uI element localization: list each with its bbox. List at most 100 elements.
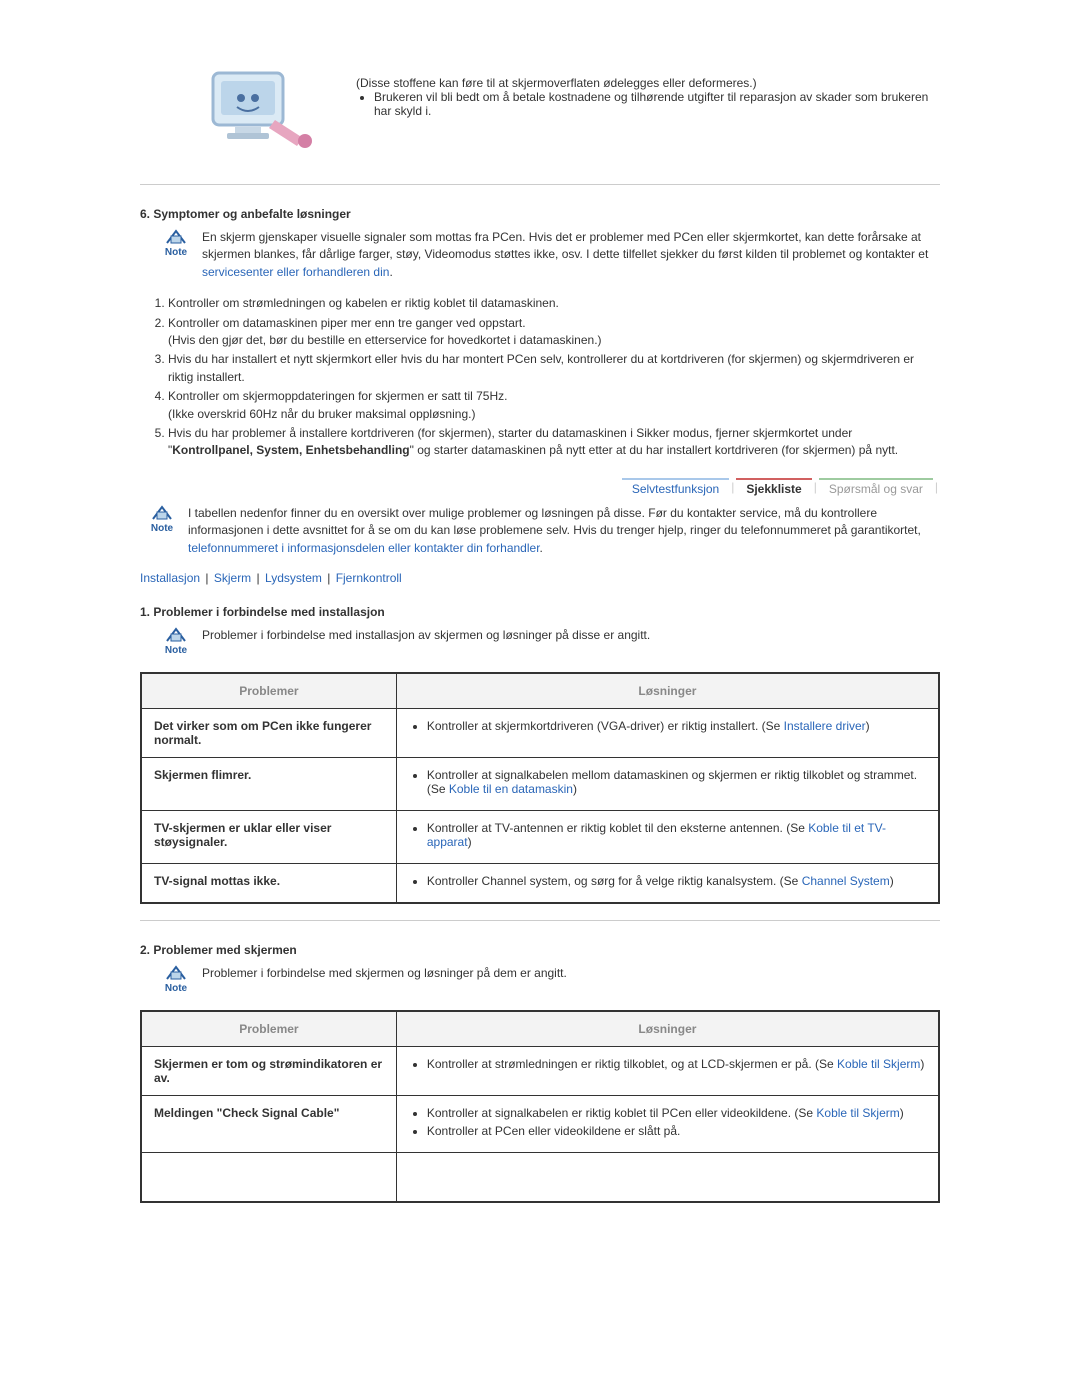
solution-cell — [396, 1153, 939, 1203]
sol-text: Kontroller at strømledningen er riktig t… — [427, 1057, 837, 1071]
note-label: Note — [146, 523, 178, 534]
intro2-post: . — [540, 541, 543, 555]
solution-cell: Kontroller at signalkabelen er riktig ko… — [396, 1096, 939, 1153]
link-skjerm[interactable]: Skjerm — [214, 571, 251, 585]
solution-cell: Kontroller at TV-antennen er riktig kobl… — [396, 811, 939, 864]
solution-cell: Kontroller at signalkabelen mellom datam… — [396, 758, 939, 811]
checklist-subtext: (Ikke overskrid 60Hz når du bruker maksi… — [168, 407, 475, 421]
table-row: Skjermen er tom og strømindikatoren er a… — [141, 1047, 939, 1096]
checklist-item: Hvis du har installert et nytt skjermkor… — [168, 351, 940, 386]
table-header-row: Problemer Løsninger — [141, 1011, 939, 1047]
note-label: Note — [160, 247, 192, 258]
top-warning-text: (Disse stoffene kan føre til at skjermov… — [356, 60, 940, 122]
pipe: | — [255, 571, 265, 585]
section2-note-text: Problemer i forbindelse med skjermen og … — [202, 965, 940, 982]
sol-text: ) — [573, 782, 577, 796]
sol-text: Kontroller at signalkabelen er riktig ko… — [427, 1106, 817, 1120]
install-driver-link[interactable]: Installere driver — [784, 719, 866, 733]
problem-cell: Skjermen flimrer. — [141, 758, 396, 811]
checklist-text: Kontroller om datamaskinen piper mer enn… — [168, 316, 526, 330]
solution-item: Kontroller at strømledningen er riktig t… — [427, 1057, 926, 1071]
checklist-intro-text: I tabellen nedenfor finner du en oversik… — [188, 505, 940, 557]
section6-note: Note En skjerm gjenskaper visuelle signa… — [160, 229, 940, 281]
sol-text: ) — [920, 1057, 924, 1071]
top-warning-row: (Disse stoffene kan føre til at skjermov… — [140, 60, 940, 160]
checklist-subtext: (Hvis den gjør det, bør du bestille en e… — [168, 333, 602, 347]
solution-item: Kontroller at signalkabelen er riktig ko… — [427, 1106, 926, 1120]
section1-note: Note Problemer i forbindelse med install… — [160, 627, 940, 656]
checklist-text: " og starter datamaskinen på nytt etter … — [410, 443, 898, 457]
sol-text: ) — [890, 874, 894, 888]
problem-cell: Det virker som om PCen ikke fungerer nor… — [141, 709, 396, 758]
section2-note: Note Problemer i forbindelse med skjerme… — [160, 965, 940, 994]
table-row: TV-signal mottas ikke. Kontroller Channe… — [141, 864, 939, 904]
section1-note-text: Problemer i forbindelse med installasjon… — [202, 627, 940, 644]
tab-sjekkliste[interactable]: Sjekkliste — [736, 478, 811, 499]
link-fjernkontroll[interactable]: Fjernkontroll — [336, 571, 402, 585]
section6-note-text: En skjerm gjenskaper visuelle signaler s… — [202, 229, 940, 281]
tab-separator: | — [729, 478, 736, 499]
section2-title: 2. Problemer med skjermen — [140, 943, 940, 957]
problem-cell: TV-skjermen er uklar eller viser støysig… — [141, 811, 396, 864]
note-icon: Note — [160, 229, 192, 258]
table-row: Meldingen "Check Signal Cable" Kontrolle… — [141, 1096, 939, 1153]
th-problems: Problemer — [141, 673, 396, 709]
category-links: Installasjon | Skjerm | Lydsystem | Fjer… — [140, 571, 940, 585]
tab-sporsmal-og-svar[interactable]: Spørsmål og svar — [819, 478, 933, 499]
section6-note-post: . — [389, 265, 392, 279]
screen-problems-table: Problemer Løsninger Skjermen er tom og s… — [140, 1010, 940, 1203]
monitor-cleaning-illustration — [200, 60, 320, 160]
section6-note-pre: En skjerm gjenskaper visuelle signaler s… — [202, 230, 928, 261]
top-warning-line1: (Disse stoffene kan føre til at skjermov… — [356, 76, 940, 90]
pipe: | — [325, 571, 335, 585]
link-installasjon[interactable]: Installasjon — [140, 571, 200, 585]
intro2-pre: I tabellen nedenfor finner du en oversik… — [188, 506, 921, 537]
sol-text: ) — [900, 1106, 904, 1120]
section6-checklist: Kontroller om strømledningen og kabelen … — [140, 295, 940, 460]
checklist-item: Kontroller om strømledningen og kabelen … — [168, 295, 940, 312]
tab-selvtest[interactable]: Selvtestfunksjon — [622, 478, 729, 499]
section1-title: 1. Problemer i forbindelse med installas… — [140, 605, 940, 619]
solution-cell: Kontroller Channel system, og sørg for å… — [396, 864, 939, 904]
link-lydsystem[interactable]: Lydsystem — [265, 571, 322, 585]
th-problems: Problemer — [141, 1011, 396, 1047]
section6-title: 6. Symptomer og anbefalte løsninger — [140, 207, 940, 221]
problem-cell: Skjermen er tom og strømindikatoren er a… — [141, 1047, 396, 1096]
connect-computer-link[interactable]: Koble til en datamaskin — [449, 782, 573, 796]
sol-text: Kontroller at TV-antennen er riktig kobl… — [427, 821, 808, 835]
checklist-text: Hvis du har installert et nytt skjermkor… — [168, 352, 914, 383]
channel-system-link[interactable]: Channel System — [802, 874, 890, 888]
th-solutions: Løsninger — [396, 1011, 939, 1047]
checklist-item: Kontroller om skjermoppdateringen for sk… — [168, 388, 940, 423]
connect-display-link[interactable]: Koble til Skjerm — [837, 1057, 920, 1071]
sol-text: ) — [866, 719, 870, 733]
solution-item: Kontroller at PCen eller videokildene er… — [427, 1124, 926, 1138]
note-icon: Note — [160, 965, 192, 994]
table-header-row: Problemer Løsninger — [141, 673, 939, 709]
tab-strip: Selvtestfunksjon | Sjekkliste | Spørsmål… — [140, 478, 940, 499]
checklist-intro-note: Note I tabellen nedenfor finner du en ov… — [146, 505, 940, 557]
checklist-text: Kontroller om strømledningen og kabelen … — [168, 296, 559, 310]
divider — [140, 920, 940, 921]
solution-cell: Kontroller at skjermkortdriveren (VGA-dr… — [396, 709, 939, 758]
note-label: Note — [160, 645, 192, 656]
solution-item: Kontroller at skjermkortdriveren (VGA-dr… — [427, 719, 926, 733]
table-row — [141, 1153, 939, 1203]
checklist-bold: Kontrollpanel, System, Enhetsbehandling — [172, 443, 409, 457]
table-row: Skjermen flimrer. Kontroller at signalka… — [141, 758, 939, 811]
th-solutions: Løsninger — [396, 673, 939, 709]
table-row: Det virker som om PCen ikke fungerer nor… — [141, 709, 939, 758]
table-row: TV-skjermen er uklar eller viser støysig… — [141, 811, 939, 864]
dealer-contact-link[interactable]: telefonnummeret i informasjonsdelen elle… — [188, 541, 540, 555]
solution-item: Kontroller Channel system, og sørg for å… — [427, 874, 926, 888]
note-label: Note — [160, 983, 192, 994]
tab-separator: | — [812, 478, 819, 499]
sol-text: Kontroller at skjermkortdriveren (VGA-dr… — [427, 719, 784, 733]
service-center-link[interactable]: servicesenter eller forhandleren din — [202, 265, 389, 279]
checklist-item: Kontroller om datamaskinen piper mer enn… — [168, 315, 940, 350]
solution-item: Kontroller at signalkabelen mellom datam… — [427, 768, 926, 796]
sol-text: ) — [468, 835, 472, 849]
sol-text: Kontroller Channel system, og sørg for å… — [427, 874, 802, 888]
connect-display-link[interactable]: Koble til Skjerm — [816, 1106, 899, 1120]
note-icon: Note — [146, 505, 178, 534]
